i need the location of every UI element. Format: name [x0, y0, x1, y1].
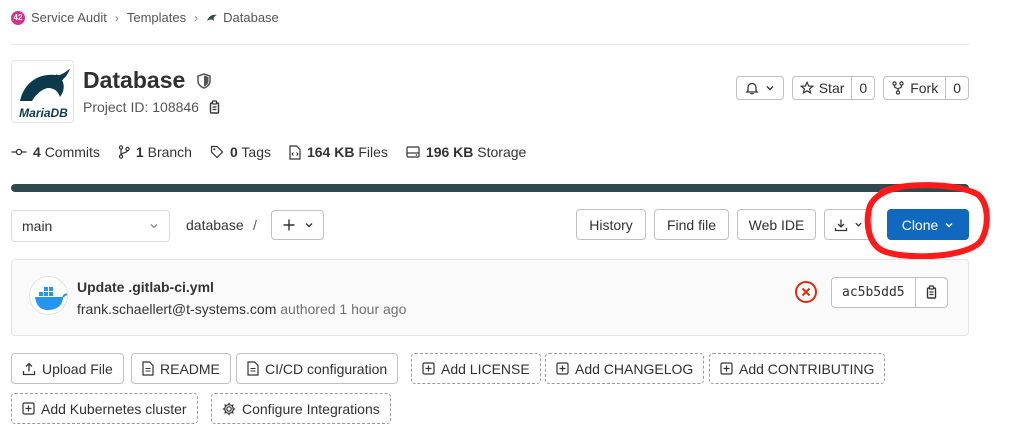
- fork-button-group: Fork 0: [883, 76, 969, 100]
- commit-sha[interactable]: ac5b5dd5: [832, 278, 916, 307]
- find-file-button[interactable]: Find file: [654, 209, 729, 240]
- plus-square-icon: [22, 402, 35, 415]
- breadcrumb-templates[interactable]: Templates: [127, 10, 186, 25]
- fork-count[interactable]: 0: [945, 77, 968, 99]
- configure-integrations-button[interactable]: Configure Integrations: [211, 393, 391, 424]
- upload-file-button[interactable]: Upload File: [11, 353, 124, 384]
- add-license-button[interactable]: Add LICENSE: [411, 353, 541, 384]
- copy-sha-button[interactable]: [916, 278, 947, 307]
- web-ide-button[interactable]: Web IDE: [737, 209, 816, 240]
- stat-tags[interactable]: 0 Tags: [210, 144, 271, 160]
- fork-button[interactable]: Fork: [884, 77, 945, 99]
- breadcrumb-group[interactable]: Service Audit: [31, 10, 107, 25]
- project-id: Project ID: 108846: [83, 99, 221, 115]
- download-icon: [834, 219, 847, 231]
- breadcrumb: 42 Service Audit › Templates › Database: [11, 10, 279, 25]
- commit-title[interactable]: Update .gitlab-ci.yml: [77, 279, 214, 295]
- file-text-icon: [247, 361, 259, 376]
- branch-selector[interactable]: main: [11, 210, 170, 242]
- stat-storage[interactable]: 196 KB Storage: [406, 144, 526, 160]
- add-changelog-button[interactable]: Add CHANGELOG: [545, 353, 705, 384]
- readme-button[interactable]: README: [131, 353, 231, 384]
- copy-icon[interactable]: [207, 99, 221, 115]
- commit-author[interactable]: frank.schaellert@t-systems.com: [77, 301, 276, 317]
- stat-files[interactable]: 164 KB Files: [289, 144, 388, 160]
- add-to-tree-dropdown[interactable]: [271, 210, 324, 240]
- history-button[interactable]: History: [576, 209, 646, 240]
- project-id-text: Project ID: 108846: [83, 99, 199, 115]
- plus-icon: [283, 219, 294, 231]
- chevron-down-icon: [150, 224, 158, 229]
- author-avatar[interactable]: [29, 276, 68, 315]
- mariadb-seal-icon: [206, 12, 218, 24]
- breadcrumb-project[interactable]: Database: [223, 10, 279, 25]
- stat-commits[interactable]: 4 Commits: [11, 144, 100, 160]
- commit-time: authored 1 hour ago: [280, 301, 407, 317]
- settings-icon: [222, 402, 236, 415]
- branch-name: main: [22, 218, 53, 234]
- path-separator: /: [253, 217, 257, 233]
- add-kubernetes-cluster-button[interactable]: Add Kubernetes cluster: [11, 393, 198, 424]
- commit-meta: frank.schaellert@t-systems.com authored …: [77, 301, 406, 317]
- project-name: Database: [83, 67, 186, 93]
- copy-icon: [926, 285, 937, 299]
- project-stats: 4 Commits 1 Branch 0 Tags 164 KB Files 1…: [11, 144, 526, 160]
- star-label: Star: [818, 80, 845, 96]
- add-contributing-button[interactable]: Add CONTRIBUTING: [709, 353, 886, 384]
- project-logo: MariaDB: [11, 60, 74, 123]
- download-dropdown[interactable]: [824, 209, 872, 240]
- storage-icon: [406, 146, 420, 158]
- group-avatar[interactable]: 42: [11, 10, 25, 25]
- shield-icon[interactable]: [197, 72, 212, 89]
- plus-square-icon: [720, 362, 733, 375]
- file-text-icon: [142, 361, 154, 376]
- branch-icon: [118, 145, 130, 159]
- star-button-group: Star 0: [791, 76, 876, 100]
- notifications-dropdown[interactable]: [735, 76, 784, 100]
- commit-sha-group: ac5b5dd5: [831, 277, 948, 308]
- star-count[interactable]: 0: [851, 77, 874, 99]
- tag-icon: [210, 145, 224, 159]
- star-button[interactable]: Star: [793, 77, 852, 99]
- clone-button[interactable]: Clone: [887, 209, 969, 240]
- chevron-down-icon: [766, 86, 774, 91]
- chevron-down-icon: [945, 222, 953, 227]
- fork-icon: [892, 81, 904, 95]
- header-actions: Star 0 Fork 0: [735, 76, 969, 100]
- chevron-right-icon: ›: [194, 10, 199, 25]
- commit-icon: [11, 148, 27, 156]
- repository-language-bar: [11, 184, 969, 192]
- project-title: Database: [83, 67, 212, 94]
- chevron-down-icon: [305, 223, 312, 228]
- fork-label: Fork: [910, 80, 939, 96]
- star-icon: [799, 81, 814, 95]
- cicd-configuration-button[interactable]: CI/CD configuration: [236, 353, 399, 384]
- pipeline-failed-icon[interactable]: [794, 280, 818, 307]
- chevron-down-icon: [854, 222, 862, 227]
- logo-text: MariaDB: [19, 106, 68, 120]
- upload-icon: [22, 362, 36, 375]
- clone-label: Clone: [901, 216, 939, 233]
- last-commit: Update .gitlab-ci.yml frank.schaellert@t…: [11, 259, 969, 336]
- stat-branches[interactable]: 1 Branch: [118, 144, 192, 160]
- plus-square-icon: [556, 362, 569, 375]
- chevron-right-icon: ›: [114, 10, 119, 25]
- plus-square-icon: [422, 362, 435, 375]
- file-code-icon: [289, 144, 301, 160]
- bell-icon: [745, 82, 759, 95]
- path-breadcrumb-root[interactable]: database: [186, 217, 244, 233]
- divider: [11, 44, 969, 45]
